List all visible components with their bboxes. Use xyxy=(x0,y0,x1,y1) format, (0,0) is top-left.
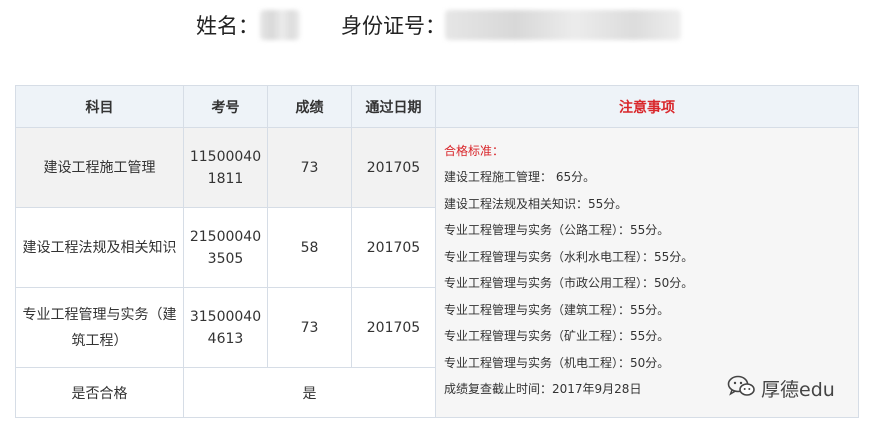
watermark-text: 厚德edu xyxy=(761,378,835,401)
name-label: 姓名： xyxy=(196,14,259,38)
score-cell: 73 xyxy=(267,127,352,208)
score-cell: 73 xyxy=(267,287,352,368)
pass-label: 是否合格 xyxy=(15,367,184,418)
score-cell: 58 xyxy=(267,207,352,288)
subject-cell: 建设工程施工管理 xyxy=(15,127,184,208)
watermark: 厚德edu xyxy=(727,374,835,402)
exam-no-part-2: 1811 xyxy=(207,170,244,187)
column-header-pass-date: 通过日期 xyxy=(351,85,436,128)
column-header-exam-no: 考号 xyxy=(183,85,268,128)
notes-title: 合格标准： xyxy=(444,144,505,158)
exam-no-part-1: 11500040 xyxy=(189,148,262,165)
note-line: 专业工程管理与实务（矿业工程）：55分。 xyxy=(444,329,670,343)
table-row: 建设工程施工管理 11500040 1811 73 201705 合格标准： 建设… xyxy=(15,127,859,418)
column-header-score: 成绩 xyxy=(267,85,352,128)
note-line: 建设工程施工管理： 65分。 xyxy=(444,170,596,184)
exam-no-cell: 21500040 3505 xyxy=(183,207,268,288)
column-header-subject: 科目 xyxy=(15,85,184,128)
note-line: 专业工程管理与实务（市政公用工程）：50分。 xyxy=(444,276,694,290)
pass-value: 是 xyxy=(183,367,436,418)
exam-no-part-2: 4613 xyxy=(207,330,244,347)
exam-no-cell: 31500040 4613 xyxy=(183,287,268,368)
exam-no-cell: 11500040 1811 xyxy=(183,127,268,208)
exam-no-part-1: 31500040 xyxy=(189,308,262,325)
pass-date-cell: 201705 xyxy=(351,287,436,368)
name-redacted xyxy=(260,10,300,40)
id-redacted xyxy=(445,10,681,40)
subject-cell: 专业工程管理与实务（建筑工程） xyxy=(15,287,184,368)
note-line: 专业工程管理与实务（建筑工程）：55分。 xyxy=(444,302,670,317)
note-line: 建设工程法规及相关知识：55分。 xyxy=(444,196,628,211)
note-line: 专业工程管理与实务（机电工程）：50分。 xyxy=(444,355,670,370)
subject-cell: 建设工程法规及相关知识 xyxy=(15,207,184,288)
note-line: 专业工程管理与实务（水利水电工程）：55分。 xyxy=(444,249,694,264)
pass-date-cell: 201705 xyxy=(351,127,436,208)
column-header-notes: 注意事项 xyxy=(435,85,859,128)
id-label: 身份证号： xyxy=(341,14,446,38)
score-table-container: 科目 考号 成绩 通过日期 注意事项 建设工程施工管理 11500040 1811… xyxy=(15,85,859,418)
pass-date-cell: 201705 xyxy=(351,207,436,288)
candidate-header: 姓名： 身份证号： xyxy=(0,0,873,50)
score-table: 科目 考号 成绩 通过日期 注意事项 建设工程施工管理 11500040 1811… xyxy=(15,85,859,418)
table-header-row: 科目 考号 成绩 通过日期 注意事项 xyxy=(15,85,859,128)
exam-no-part-1: 21500040 xyxy=(189,228,262,245)
note-line: 专业工程管理与实务（公路工程）：55分。 xyxy=(444,223,670,237)
wechat-icon xyxy=(727,374,755,402)
exam-no-part-2: 3505 xyxy=(207,250,244,267)
